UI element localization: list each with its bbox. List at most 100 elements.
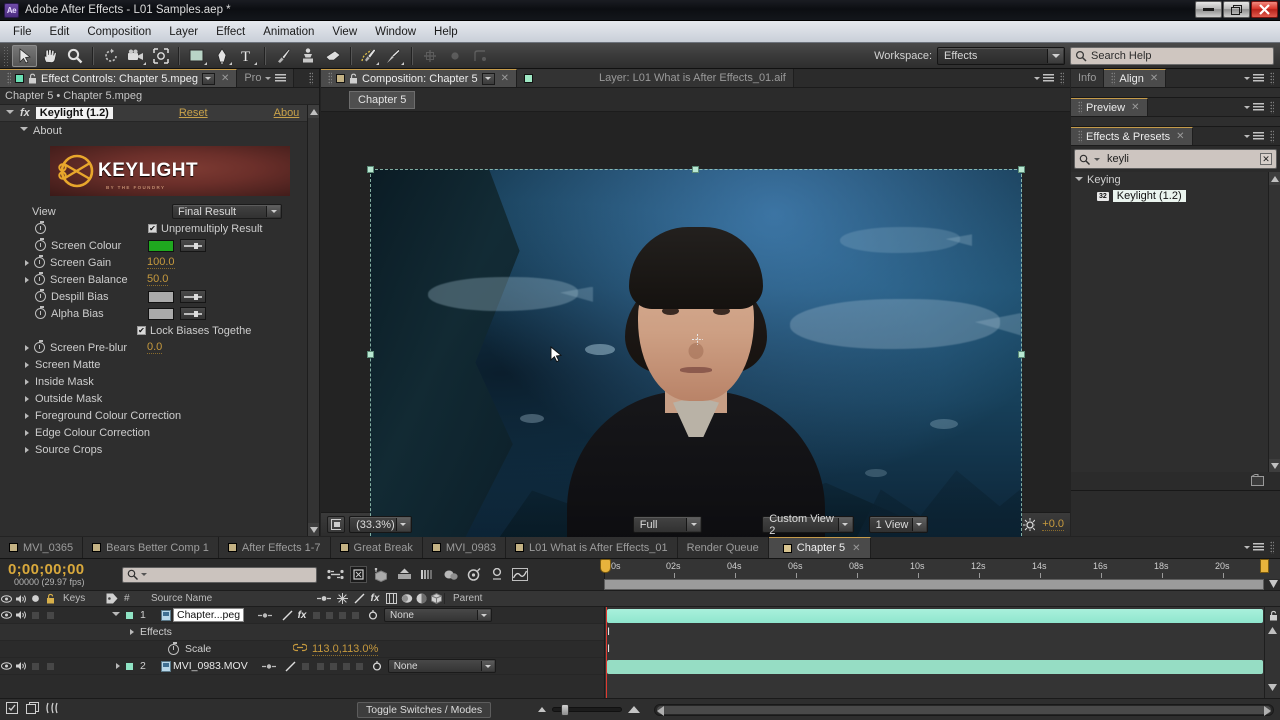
- timeline-horizontal-scrollbar[interactable]: [654, 703, 1274, 719]
- screen-colour-swatch[interactable]: [148, 239, 174, 252]
- tab-grip[interactable]: [1111, 72, 1116, 85]
- close-icon[interactable]: ✕: [850, 543, 860, 554]
- panel-menu-icon[interactable]: [1253, 131, 1264, 141]
- close-icon[interactable]: ✕: [219, 73, 229, 84]
- panel-grip[interactable]: [1270, 71, 1274, 85]
- layer-parent-select[interactable]: None: [384, 608, 493, 622]
- timeline-tab-bears-better-comp-1[interactable]: Bears Better Comp 1: [83, 537, 219, 558]
- disclosure-triangle-icon[interactable]: [6, 109, 14, 117]
- menu-view[interactable]: View: [323, 24, 366, 40]
- tab-effect-controls[interactable]: Effect Controls: Chapter 5.mpeg ✕: [0, 69, 238, 87]
- disclosure-triangle-icon[interactable]: [25, 429, 29, 436]
- tab-align[interactable]: Align ✕: [1104, 69, 1167, 87]
- shape-tool[interactable]: [184, 45, 209, 67]
- work-area-end-marker[interactable]: [1260, 559, 1269, 573]
- pen-tool[interactable]: [209, 45, 234, 67]
- screen-gain-value[interactable]: 100.0: [147, 256, 175, 269]
- tab-pro[interactable]: Pro: [237, 69, 295, 87]
- timeline-track-area[interactable]: I I: [604, 607, 1280, 698]
- close-icon[interactable]: ✕: [1148, 73, 1158, 84]
- hide-shy-layers-icon[interactable]: [373, 566, 390, 583]
- layer-parent-select[interactable]: None: [387, 659, 496, 673]
- layer-expand-toggle[interactable]: [100, 663, 124, 669]
- property-row-screen-balance[interactable]: Screen Balance 50.0: [0, 271, 307, 288]
- layer-3d-switch[interactable]: [349, 610, 362, 620]
- screen-preblur-value[interactable]: 0.0: [147, 341, 163, 354]
- menu-animation[interactable]: Animation: [254, 24, 323, 40]
- keyframe-navigator-scale[interactable]: I: [607, 643, 610, 655]
- always-preview-button[interactable]: [327, 516, 346, 533]
- disclosure-triangle-icon[interactable]: [25, 378, 29, 385]
- layer-lock-toggle[interactable]: [42, 661, 58, 671]
- 3d-view-select[interactable]: Custom View 2: [762, 513, 854, 537]
- layer-frameblend-switch[interactable]: [310, 610, 323, 620]
- toggle-switches-modes-button[interactable]: Toggle Switches / Modes: [357, 701, 492, 718]
- tab-composition[interactable]: Composition: Chapter 5 ✕: [321, 69, 517, 87]
- timeline-tab-chapter-5[interactable]: Chapter 5 ✕: [768, 537, 871, 558]
- disclosure-triangle-icon[interactable]: [116, 663, 120, 669]
- effects-presets-panel-menu[interactable]: [1244, 127, 1280, 145]
- effect-header-keylight[interactable]: fx Keylight (1.2) Reset Abou: [0, 105, 307, 122]
- disclosure-triangle-icon[interactable]: [20, 127, 28, 134]
- stopwatch-icon[interactable]: [34, 272, 45, 285]
- eraser-tool[interactable]: [320, 45, 345, 67]
- preview-panel-menu[interactable]: [1244, 98, 1280, 116]
- stopwatch-icon[interactable]: [168, 641, 179, 655]
- effects-tree-category-keying[interactable]: Keying: [1071, 172, 1280, 188]
- stopwatch-icon[interactable]: [35, 289, 46, 302]
- scroll-down-icon[interactable]: [1268, 682, 1277, 694]
- graph-editor-icon[interactable]: [488, 566, 505, 583]
- property-row-screen-gain[interactable]: Screen Gain 100.0: [0, 254, 307, 271]
- property-row-screen-preblur[interactable]: Screen Pre-blur 0.0: [0, 339, 307, 356]
- zoom-slider-knob[interactable]: [561, 704, 569, 716]
- tab-grip[interactable]: [1078, 130, 1082, 143]
- layer-effects-switch[interactable]: fx: [294, 610, 310, 621]
- view-layout-select[interactable]: 1 View: [868, 516, 928, 533]
- zoom-out-icon[interactable]: [538, 707, 546, 712]
- composition-panel-menu[interactable]: [1034, 69, 1070, 87]
- layer-audio-toggle[interactable]: [13, 610, 28, 620]
- layer-label-swatch[interactable]: [124, 661, 135, 671]
- enable-frame-blending-icon[interactable]: [396, 566, 413, 583]
- about-link[interactable]: Abou: [274, 107, 300, 119]
- toggle-graph-editor-icon[interactable]: [511, 566, 528, 583]
- disclosure-triangle-icon[interactable]: [25, 361, 29, 368]
- tab-effects-presets[interactable]: Effects & Presets ✕: [1071, 127, 1193, 145]
- timeline-tab-great-break[interactable]: Great Break: [330, 537, 423, 558]
- effect-controls-panel-menu[interactable]: [309, 69, 319, 87]
- exposure-value[interactable]: +0.0: [1042, 518, 1065, 531]
- stopwatch-icon[interactable]: [34, 340, 45, 353]
- scroll-down-icon[interactable]: [1269, 459, 1280, 472]
- layer-shy-switch[interactable]: [254, 662, 284, 671]
- exposure-icon[interactable]: [1020, 516, 1038, 533]
- scrollbar-thumb[interactable]: [657, 705, 1271, 714]
- layer-motionblur-switch[interactable]: [323, 610, 336, 620]
- work-area-bar[interactable]: [604, 579, 1264, 590]
- disclosure-triangle-icon[interactable]: [25, 412, 29, 419]
- maximize-button[interactable]: [1223, 1, 1250, 18]
- brush-tool[interactable]: [270, 45, 295, 67]
- new-folder-icon[interactable]: [1251, 473, 1264, 489]
- puppet-pin-tool[interactable]: [381, 45, 406, 67]
- timeline-search-input[interactable]: [122, 566, 317, 583]
- selection-tool[interactable]: [12, 44, 37, 67]
- tab-dropdown-icon[interactable]: [481, 72, 495, 85]
- tab-grip[interactable]: [1078, 101, 1082, 114]
- scroll-right-icon[interactable]: [1264, 705, 1271, 719]
- disclosure-triangle-icon[interactable]: [25, 446, 29, 453]
- search-help-input[interactable]: Search Help: [1070, 46, 1274, 65]
- panel-menu-icon[interactable]: [1043, 73, 1054, 83]
- panel-menu-icon[interactable]: [1253, 543, 1264, 552]
- disclosure-triangle-icon[interactable]: [25, 259, 29, 266]
- draft-3d-footer-icon[interactable]: [26, 701, 40, 718]
- eyedropper-icon[interactable]: [180, 239, 206, 252]
- layer-solo-toggle[interactable]: [28, 610, 42, 620]
- layer-effects-switch[interactable]: [298, 661, 314, 671]
- current-time-indicator-head[interactable]: [600, 559, 611, 573]
- menu-edit[interactable]: Edit: [41, 24, 79, 40]
- pan-behind-tool[interactable]: [148, 45, 173, 67]
- effects-tree-scrollbar[interactable]: [1268, 172, 1280, 472]
- close-icon[interactable]: ✕: [499, 73, 509, 84]
- zoom-in-icon[interactable]: [628, 706, 640, 713]
- about-group-row[interactable]: About: [0, 122, 307, 139]
